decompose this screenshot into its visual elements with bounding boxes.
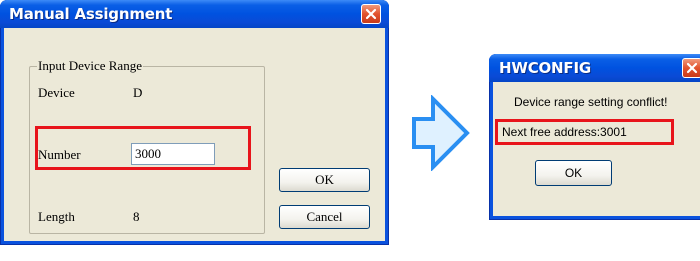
length-label: Length (38, 209, 75, 224)
hwconfig-client: Device range setting conflict! Next free… (493, 82, 700, 216)
cancel-button[interactable]: Cancel (279, 205, 370, 229)
device-value: D (133, 85, 143, 100)
group-label: Input Device Range (37, 58, 143, 74)
hwconfig-window: HWCONFIG Device range setting conflict! … (489, 54, 700, 220)
device-label: Device (38, 85, 75, 100)
hwconfig-ok-button[interactable]: OK (535, 160, 612, 186)
close-icon (686, 62, 698, 74)
right-arrow-icon (412, 95, 470, 171)
manual-assignment-titlebar[interactable]: Manual Assignment (0, 0, 389, 28)
manual-assignment-window: Manual Assignment Input Device Range Dev… (0, 0, 389, 245)
close-button[interactable] (361, 4, 381, 24)
length-value: 8 (133, 209, 140, 224)
manual-assignment-title: Manual Assignment (9, 5, 173, 23)
hwconfig-titlebar[interactable]: HWCONFIG (489, 54, 700, 82)
next-free-highlight-box (495, 119, 674, 145)
close-icon (365, 8, 377, 20)
ok-button[interactable]: OK (279, 168, 370, 192)
conflict-message: Device range setting conflict! (514, 95, 668, 109)
hwconfig-title: HWCONFIG (499, 59, 591, 77)
hwconfig-close-button[interactable] (682, 58, 700, 78)
manual-assignment-client: Input Device Range Device D Number Lengt… (4, 28, 385, 241)
number-highlight-box (35, 126, 251, 170)
